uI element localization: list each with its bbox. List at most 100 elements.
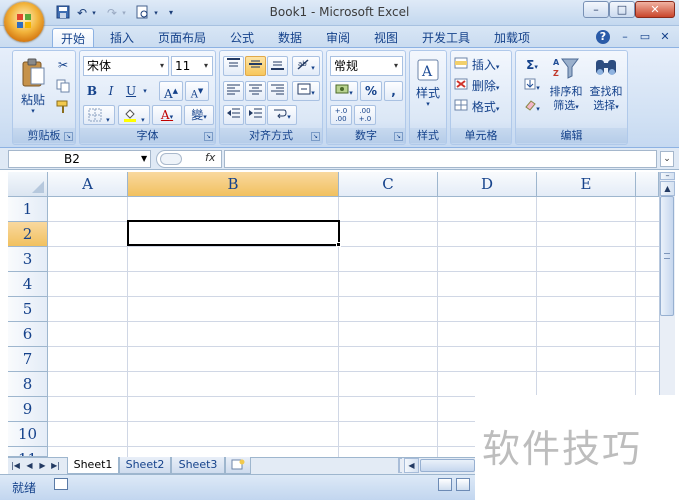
- column-header-b[interactable]: B: [128, 172, 339, 197]
- row-header-10[interactable]: 10: [8, 422, 48, 447]
- align-top-button[interactable]: [223, 56, 244, 76]
- font-name-combo[interactable]: 宋体 ▾: [83, 56, 169, 76]
- phonetic-button[interactable]: 變▾: [184, 105, 214, 125]
- first-sheet-icon[interactable]: |◀: [10, 459, 21, 472]
- next-sheet-icon[interactable]: ▶: [37, 459, 48, 472]
- sheet-tab-sheet3[interactable]: Sheet3: [171, 457, 225, 474]
- alignment-launcher-icon[interactable]: ↘: [311, 132, 320, 141]
- row-header-11[interactable]: 11: [8, 447, 48, 457]
- fill-handle[interactable]: [336, 242, 341, 247]
- font-size-dropdown-icon[interactable]: ▾: [200, 57, 212, 75]
- format-cells-dropdown-icon[interactable]: ▾: [496, 105, 500, 113]
- fill-color-button[interactable]: ▾: [118, 105, 150, 125]
- font-size-combo[interactable]: 11 ▾: [171, 56, 213, 76]
- merge-dropdown-icon[interactable]: ▾: [311, 89, 315, 97]
- workbook-minimize-icon[interactable]: –: [618, 30, 632, 44]
- sheet-tab-sheet1[interactable]: Sheet1: [67, 457, 119, 474]
- active-cell-b2[interactable]: [127, 220, 340, 246]
- currency-dropdown-icon[interactable]: ▾: [349, 89, 353, 97]
- paste-button[interactable]: 粘贴 ▾: [16, 54, 50, 115]
- delete-cells-button[interactable]: 删除▾: [453, 76, 511, 96]
- tab-formulas[interactable]: 公式: [222, 28, 262, 48]
- format-painter-icon[interactable]: [53, 97, 73, 117]
- close-button[interactable]: ✕: [635, 1, 675, 18]
- row-header-7[interactable]: 7: [8, 347, 48, 372]
- borders-button[interactable]: ▾: [83, 105, 115, 125]
- find-select-dropdown-icon[interactable]: ▾: [615, 103, 619, 111]
- expand-formula-bar-icon[interactable]: ⌄: [660, 151, 674, 167]
- styles-button[interactable]: A 样式 ▾: [412, 56, 444, 116]
- font-color-dropdown-icon[interactable]: ▾: [170, 113, 174, 121]
- number-format-dropdown-icon[interactable]: ▾: [390, 57, 402, 75]
- tab-addins[interactable]: 加载项: [486, 28, 538, 48]
- orientation-dropdown-icon[interactable]: ▾: [311, 64, 315, 72]
- fill-color-dropdown-icon[interactable]: ▾: [141, 116, 145, 124]
- italic-button[interactable]: I: [102, 81, 120, 101]
- select-all-button[interactable]: [8, 172, 48, 197]
- column-header-f-partial[interactable]: [636, 172, 659, 197]
- prev-sheet-icon[interactable]: ◀: [24, 459, 35, 472]
- comma-button[interactable]: ,: [384, 81, 403, 101]
- column-header-a[interactable]: A: [48, 172, 128, 197]
- column-header-d[interactable]: D: [438, 172, 537, 197]
- merge-center-button[interactable]: ▾: [292, 81, 320, 101]
- vertical-scroll-thumb[interactable]: [660, 196, 674, 316]
- normal-view-icon[interactable]: [438, 478, 452, 491]
- bold-button[interactable]: B: [83, 81, 101, 101]
- fill-dropdown-icon[interactable]: ▾: [536, 84, 540, 92]
- row-header-2[interactable]: 2: [8, 222, 48, 247]
- orientation-button[interactable]: ab ▾: [292, 56, 320, 76]
- increase-decimal-button[interactable]: +.0 .00: [330, 105, 352, 125]
- split-box[interactable]: –: [660, 172, 675, 180]
- percent-button[interactable]: %: [360, 81, 382, 101]
- align-right-button[interactable]: [267, 81, 288, 101]
- workbook-restore-icon[interactable]: ▭: [638, 30, 652, 44]
- phonetic-dropdown-icon[interactable]: ▾: [203, 113, 207, 121]
- minimize-button[interactable]: –: [583, 1, 609, 18]
- sort-filter-button[interactable]: AZ 排序和 筛选▾: [547, 55, 585, 117]
- scroll-up-icon[interactable]: ▲: [660, 181, 675, 196]
- tab-review[interactable]: 审阅: [318, 28, 358, 48]
- tab-home[interactable]: 开始: [52, 28, 95, 48]
- align-bottom-button[interactable]: [267, 56, 288, 76]
- row-header-6[interactable]: 6: [8, 322, 48, 347]
- font-color-button[interactable]: A▾: [152, 105, 182, 125]
- styles-dropdown-icon[interactable]: ▾: [413, 100, 443, 108]
- wrap-text-button[interactable]: ▾: [267, 105, 297, 125]
- find-select-button[interactable]: 查找和 选择▾: [587, 55, 625, 117]
- workbook-close-icon[interactable]: ✕: [658, 30, 672, 44]
- autosum-dropdown-icon[interactable]: ▾: [534, 63, 538, 71]
- tab-data[interactable]: 数据: [270, 28, 310, 48]
- row-header-5[interactable]: 5: [8, 297, 48, 322]
- increase-indent-button[interactable]: [245, 105, 266, 125]
- row-header-1[interactable]: 1: [8, 197, 48, 222]
- fill-button[interactable]: ▾: [519, 76, 545, 96]
- align-left-button[interactable]: [223, 81, 244, 101]
- number-launcher-icon[interactable]: ↘: [394, 132, 403, 141]
- scroll-left-icon[interactable]: ◀: [404, 458, 419, 473]
- macro-record-icon[interactable]: [54, 478, 68, 490]
- font-name-dropdown-icon[interactable]: ▾: [156, 57, 168, 75]
- name-box-dropdown-icon[interactable]: ▼: [141, 154, 147, 163]
- tab-page-layout[interactable]: 页面布局: [150, 28, 214, 48]
- page-layout-view-icon[interactable]: [456, 478, 470, 491]
- insert-sheet-button[interactable]: [225, 457, 251, 474]
- row-header-3[interactable]: 3: [8, 247, 48, 272]
- formula-input[interactable]: [224, 150, 657, 168]
- column-header-c[interactable]: C: [339, 172, 438, 197]
- decrease-decimal-button[interactable]: .00 +.0: [354, 105, 376, 125]
- sheet-tab-sheet2[interactable]: Sheet2: [119, 457, 171, 474]
- sort-filter-dropdown-icon[interactable]: ▾: [575, 103, 579, 111]
- underline-button[interactable]: U: [122, 81, 140, 101]
- horizontal-scroll-thumb[interactable]: [420, 459, 475, 472]
- clear-dropdown-icon[interactable]: ▾: [536, 105, 540, 113]
- delete-cells-dropdown-icon[interactable]: ▾: [496, 84, 500, 92]
- formula-bar-resize-handle[interactable]: [160, 153, 182, 165]
- last-sheet-icon[interactable]: ▶|: [50, 459, 61, 472]
- cut-icon[interactable]: ✂: [53, 55, 73, 75]
- autosum-button[interactable]: Σ▾: [519, 55, 545, 75]
- tab-developer[interactable]: 开发工具: [414, 28, 478, 48]
- decrease-indent-button[interactable]: [223, 105, 244, 125]
- paste-dropdown-icon[interactable]: ▾: [17, 107, 49, 115]
- row-header-8[interactable]: 8: [8, 372, 48, 397]
